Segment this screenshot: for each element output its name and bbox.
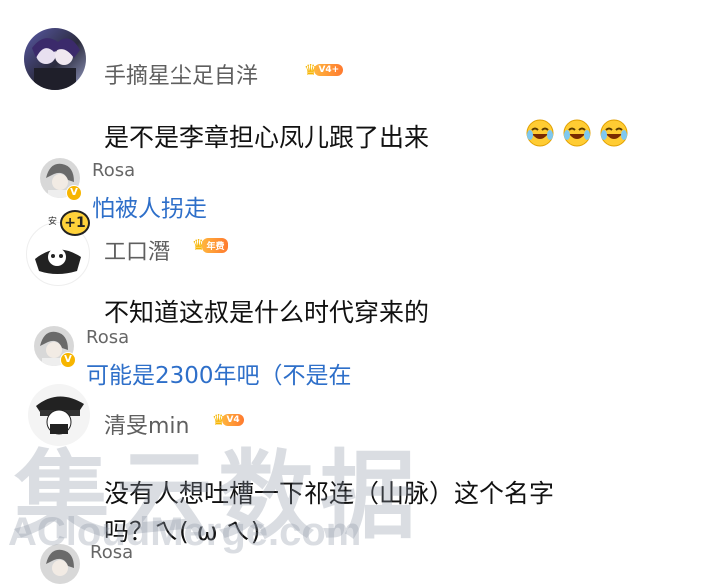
avatar[interactable] — [28, 384, 90, 446]
anime-avatar-icon — [32, 38, 80, 90]
comment-username[interactable]: 工口潛 — [104, 234, 170, 266]
verified-v-badge: V — [60, 352, 76, 368]
level-badge: ♛ V4+ — [304, 62, 344, 78]
laughing-tears-emoji-icon — [600, 119, 628, 147]
reply-username[interactable]: Rosa — [92, 160, 135, 181]
user-avatar-icon — [46, 549, 74, 576]
reply-text: 可能是2300年吧（不是在 — [86, 363, 352, 389]
comment-username[interactable]: 手摘星尘足自洋 — [104, 58, 258, 90]
verified-v-badge: V — [66, 185, 82, 201]
reply-username[interactable]: Rosa — [90, 542, 133, 563]
avatar[interactable] — [24, 28, 86, 90]
laughing-tears-emoji-icon — [563, 119, 591, 147]
comment-username[interactable]: 清旻min — [104, 408, 190, 440]
comment-text: 是不是李章担心凤儿跟了出来 — [104, 123, 430, 152]
police-cap-avatar-icon — [36, 396, 84, 435]
level-badge: ♛ V4 — [212, 412, 244, 428]
sticker-label: 安 — [48, 217, 58, 227]
comment-text: 没有人想吐槽一下祁连（山脉）这个名字 — [104, 479, 555, 508]
reply-username[interactable]: Rosa — [86, 327, 129, 348]
reply-text: 怕被人拐走 — [92, 196, 207, 222]
comment-text: 不知道这叔是什么时代穿来的 — [104, 298, 430, 327]
laughing-tears-emoji-icon — [526, 119, 554, 147]
avatar[interactable] — [40, 544, 80, 584]
level-badge: ♛ 年费 — [192, 237, 229, 253]
plus-one-sticker: +1 — [60, 210, 90, 236]
